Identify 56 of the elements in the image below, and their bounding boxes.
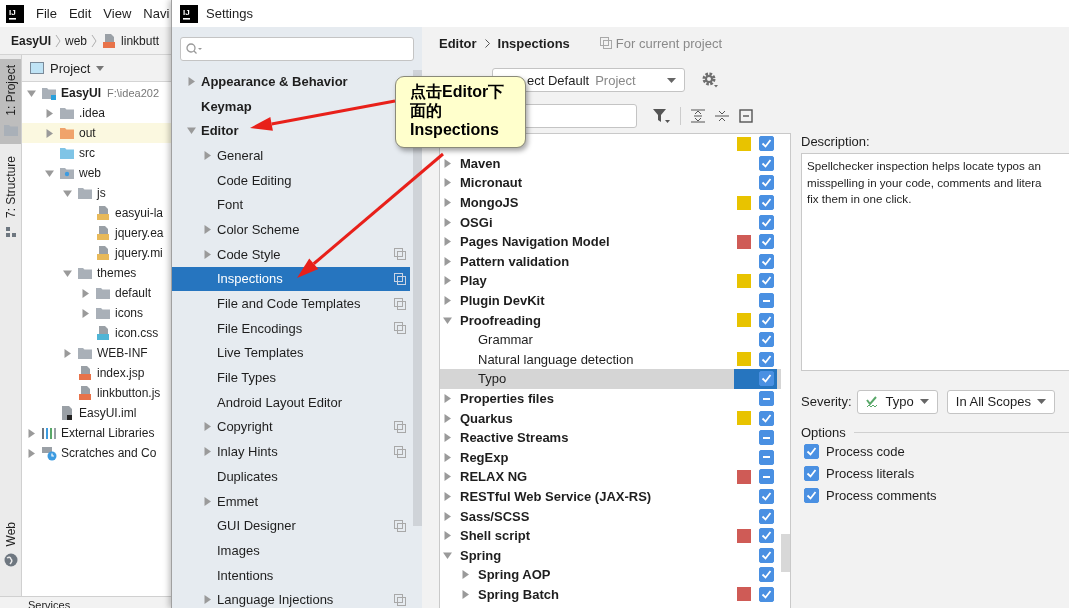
inspection-name: OSGi — [460, 214, 493, 230]
file-name: WEB-INF — [97, 346, 148, 360]
inspection-name: Plugin DevKit — [460, 293, 545, 309]
inspection-name: MongoJS — [460, 195, 519, 211]
inspection-name: Sass/SCSS — [460, 508, 530, 524]
file-name: js — [97, 186, 106, 200]
app-logo-icon: IJ — [180, 4, 198, 23]
file-name: src — [79, 146, 95, 160]
file-name: web — [79, 166, 101, 180]
inspection-name: Quarkus — [460, 410, 513, 426]
inspection-name: RegExp — [460, 449, 509, 465]
inspection-name: Maven — [460, 155, 501, 171]
inspection-name: Spring — [460, 547, 502, 563]
description-text: fix them in one click. — [807, 191, 913, 207]
severity-label: Severity: — [801, 394, 852, 409]
inspection-name: RELAX NG — [460, 469, 528, 485]
project-path: F:\idea202 — [107, 87, 159, 99]
inspection-name: Micronaut — [460, 175, 523, 191]
description-text: Spellchecker inspection helps locate typos an — [807, 158, 1042, 174]
inspection-name: RESTful Web Service (JAX-RS) — [460, 489, 652, 504]
inspection-name: Properties files — [460, 391, 554, 406]
file-name: icon.css — [115, 326, 159, 340]
description-label: Description: — [801, 134, 871, 150]
annotation-tooltip: 点击Editor下面的Inspections — [395, 76, 526, 148]
description-text: misspelling in your code, comments and litera — [807, 174, 1043, 191]
inspection-name: Pattern validation — [460, 253, 570, 269]
window-title: Settings — [206, 6, 253, 21]
inspection-name: Pages Navigation Model — [460, 234, 610, 250]
inspection-name: Play — [460, 273, 487, 289]
file-name: EasyUI.iml — [79, 406, 137, 420]
app-logo-icon: IJ — [6, 4, 24, 23]
file-name: Scratches and Co — [61, 446, 157, 460]
inspection-name: Spring AOP — [478, 567, 551, 583]
file-name: index.jsp — [97, 366, 145, 380]
file-name: default — [115, 286, 152, 300]
inspection-name: Grammar — [478, 332, 533, 348]
file-name: External Libraries — [61, 426, 155, 440]
file-name: out — [79, 126, 96, 140]
inspection-name: Natural language detection — [478, 351, 634, 367]
file-name: jquery.mi — [115, 246, 163, 260]
breadcrumb-item: Inspections — [497, 35, 570, 51]
inspection-name: Typo — [478, 371, 507, 387]
inspection-name: Proofreading — [460, 312, 541, 328]
inspection-name: Reactive Streams — [460, 430, 569, 446]
inspection-name: Shell script — [460, 528, 531, 544]
file-name: icons — [115, 306, 143, 320]
file-name: .idea — [79, 106, 106, 120]
file-name: jquery.ea — [115, 226, 164, 240]
file-name: linkbutton.js — [97, 386, 161, 400]
options-heading: Options — [801, 425, 846, 440]
file-name: themes — [97, 266, 137, 280]
file-name: EasyUI — [61, 86, 102, 100]
inspection-name: Spring Batch — [478, 586, 559, 602]
breadcrumb-item: Editor — [439, 35, 477, 51]
file-name: easyui-la — [115, 206, 164, 220]
scope-note: For current project — [615, 35, 722, 51]
